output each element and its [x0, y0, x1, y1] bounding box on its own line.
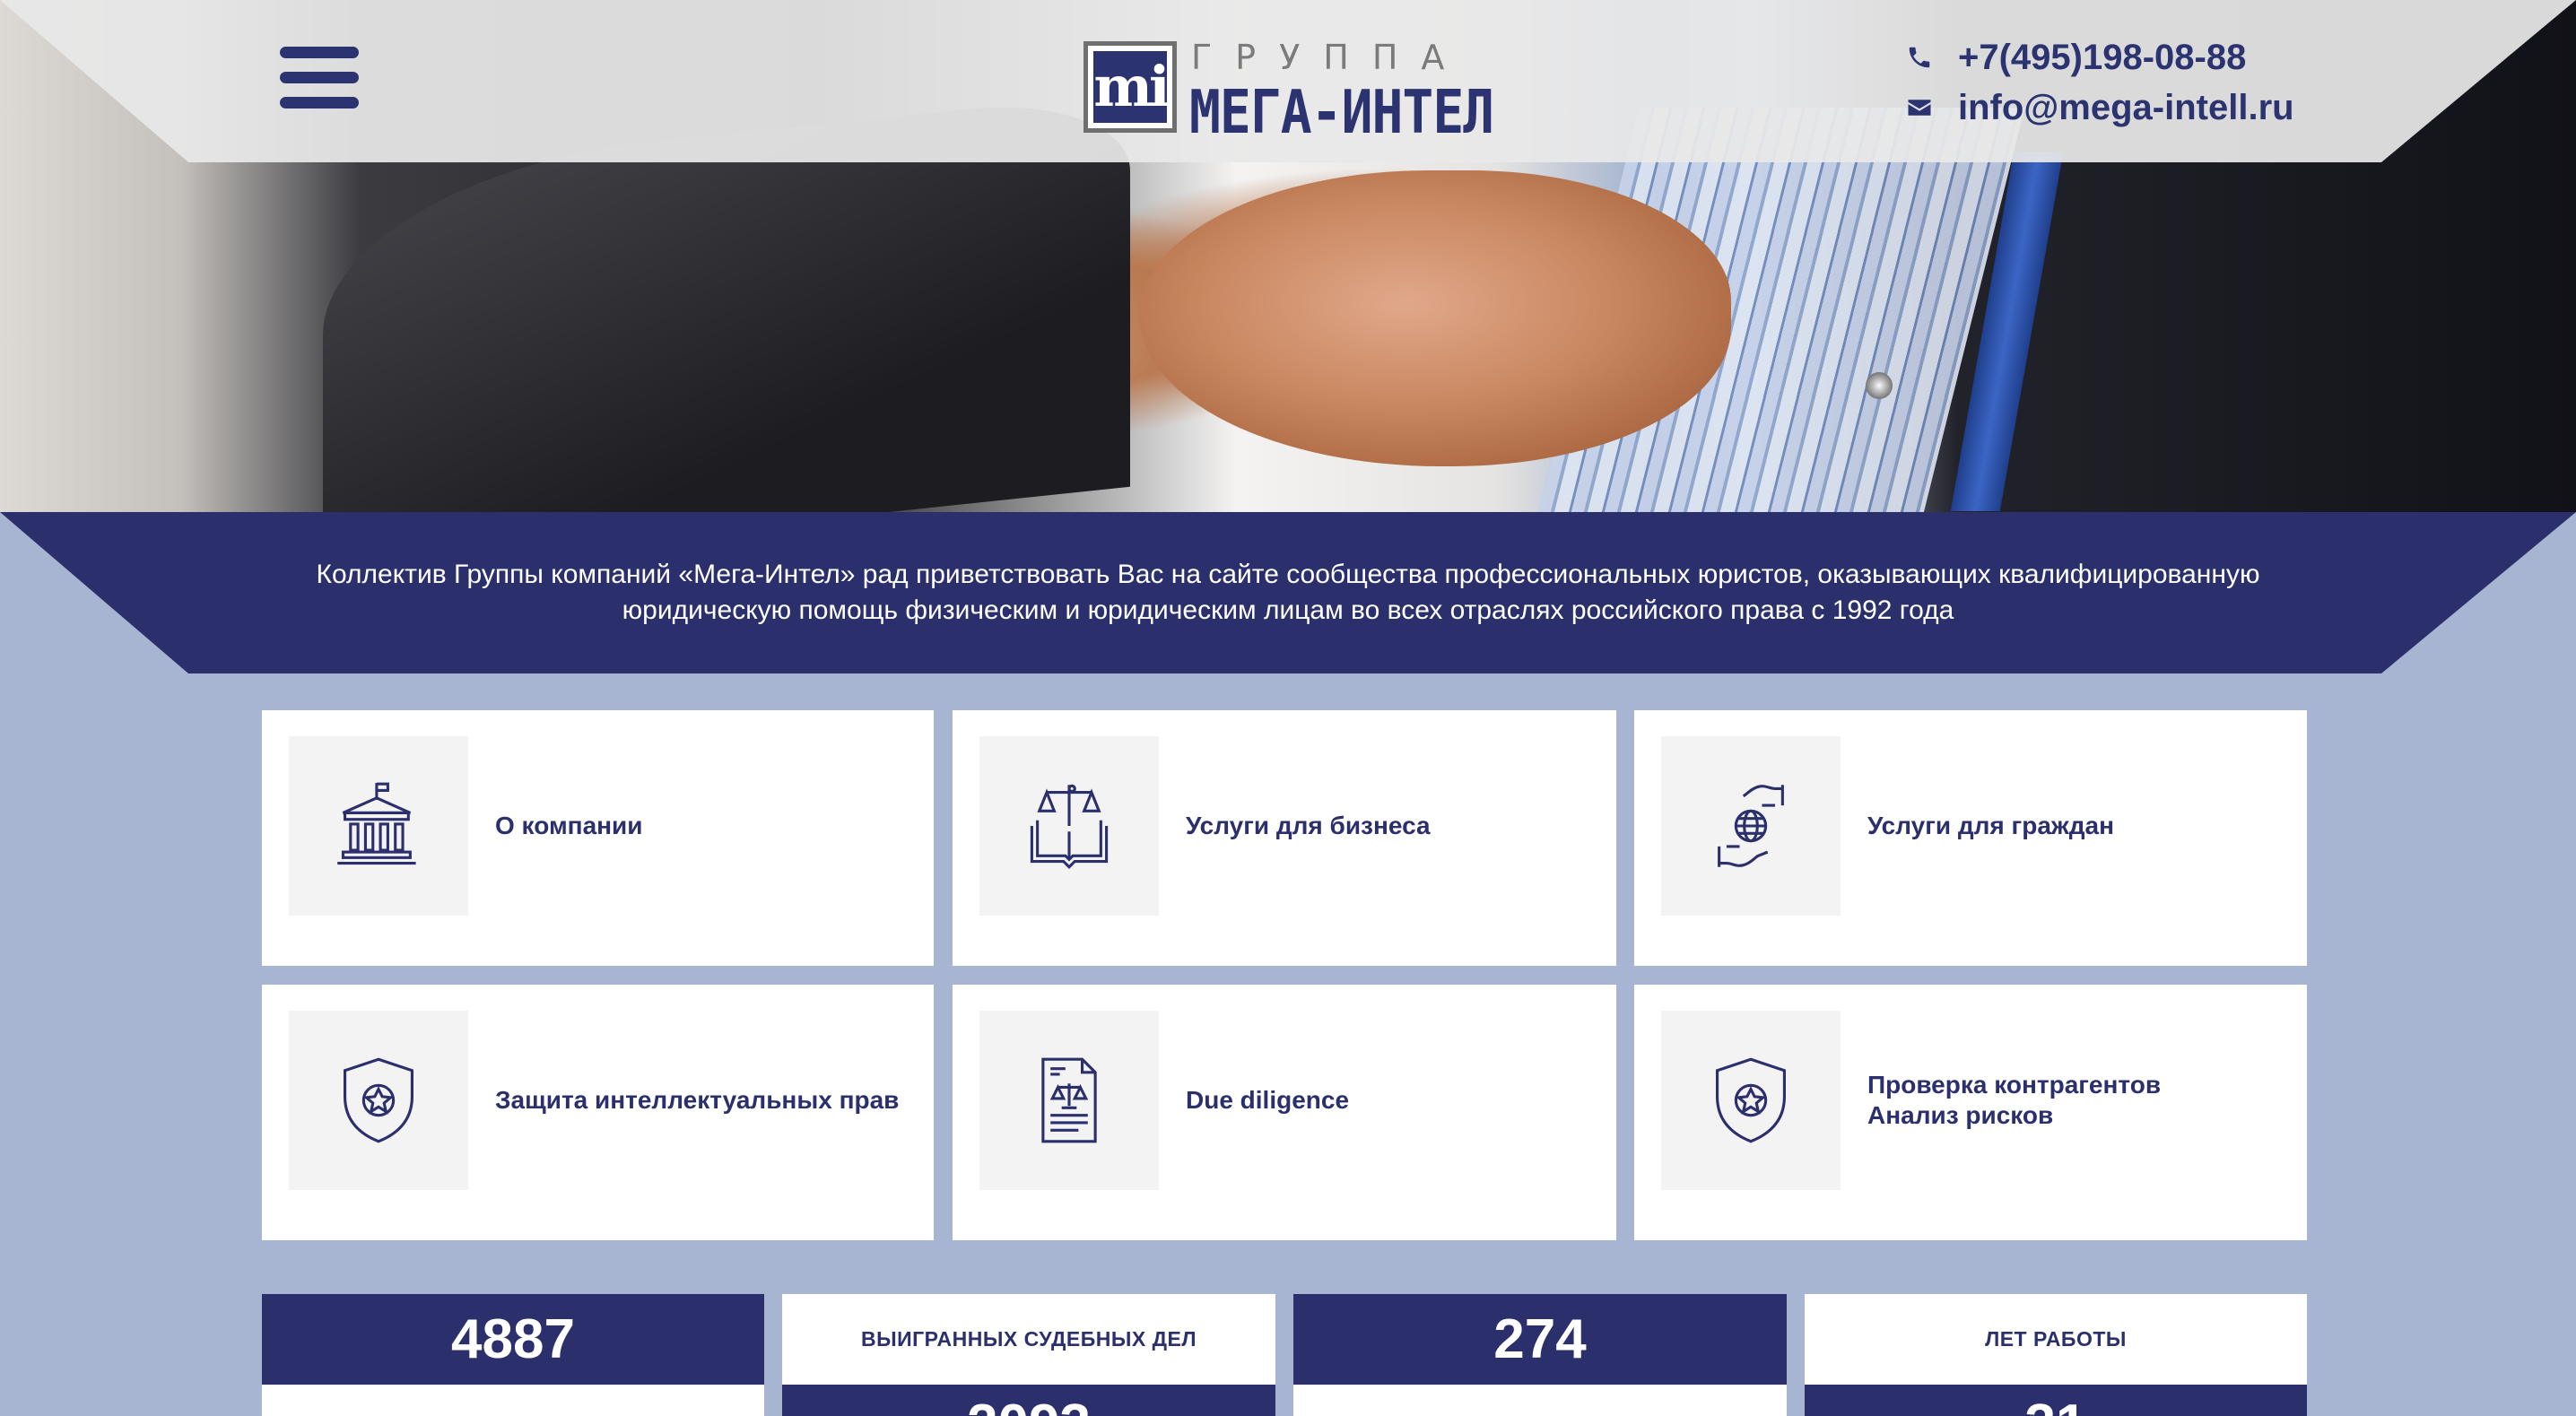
stat-block: 274 — [1293, 1294, 1787, 1416]
stat-value: 274 — [1293, 1294, 1787, 1385]
stat-block: ВЫИГРАННЫХ СУДЕБНЫХ ДЕЛ 2093 — [782, 1294, 1275, 1416]
company-logo[interactable]: mi ГРУППА МЕГА-ИНТЕЛ — [1083, 38, 1496, 147]
service-label: Проверка контрагентов Анализ рисков — [1867, 1071, 2162, 1129]
service-label: Услуги для граждан — [1867, 812, 2114, 839]
stat-footer — [1293, 1385, 1787, 1416]
scales-book-icon — [1030, 784, 1109, 869]
stat-block: 4887 — [262, 1294, 764, 1416]
logo-mark: mi — [1083, 41, 1177, 133]
legal-document-icon — [1041, 1057, 1097, 1143]
menu-line-icon — [280, 72, 359, 83]
service-label: Услуги для бизнеса — [1186, 812, 1431, 839]
service-card-due-diligence[interactable]: Due diligence — [953, 985, 1616, 1240]
menu-line-icon — [280, 47, 359, 58]
service-label: О компании — [495, 812, 643, 839]
icon-tile — [979, 736, 1159, 916]
courthouse-icon — [337, 782, 416, 865]
service-card-about[interactable]: О компании — [262, 710, 934, 966]
stat-footer — [262, 1385, 764, 1416]
phone-icon — [1909, 47, 1930, 68]
phone-link[interactable]: +7(495)198-08-88 — [1906, 32, 2294, 83]
envelope-icon — [1908, 100, 1931, 116]
logo-top-text: ГРУППА — [1191, 38, 1468, 77]
service-label: Защита интеллектуальных прав — [495, 1086, 900, 1114]
header-contacts: +7(495)198-08-88 info@mega-intell.ru — [1906, 32, 2294, 133]
welcome-text: Коллектив Группы компаний «Мега-Интел» р… — [316, 560, 2260, 625]
welcome-banner: Коллектив Группы компаний «Мега-Интел» р… — [0, 512, 2576, 673]
service-card-counterparty-check[interactable]: Проверка контрагентов Анализ рисков — [1634, 985, 2307, 1240]
shield-star-icon — [344, 1057, 413, 1143]
stat-footer: 31 — [1805, 1385, 2307, 1416]
service-card-citizens[interactable]: Услуги для граждан — [1634, 710, 2307, 966]
stat-value: 4887 — [262, 1294, 764, 1385]
service-card-ip-protection[interactable]: Защита интеллектуальных прав — [262, 985, 934, 1240]
hero-cufflink — [1866, 372, 1893, 399]
service-label: Due diligence — [1186, 1086, 1350, 1114]
icon-tile — [1661, 1011, 1841, 1190]
phone-number: +7(495)198-08-88 — [1958, 37, 2247, 77]
menu-burger-button[interactable] — [280, 47, 359, 118]
icon-tile — [289, 1011, 468, 1190]
logo-bottom-text: МЕГА-ИНТЕЛ — [1189, 77, 1494, 148]
globe-hands-icon — [1718, 785, 1784, 867]
email-link[interactable]: info@mega-intell.ru — [1906, 83, 2294, 133]
email-address: info@mega-intell.ru — [1958, 87, 2294, 127]
stat-label: ВЫИГРАННЫХ СУДЕБНЫХ ДЕЛ — [782, 1294, 1275, 1385]
icon-tile — [289, 736, 468, 916]
logo-mark-text: mi — [1093, 51, 1171, 123]
stat-block: ЛЕТ РАБОТЫ 31 — [1805, 1294, 2307, 1416]
stat-value-partial: 31 — [1805, 1397, 2307, 1416]
service-card-business[interactable]: Услуги для бизнеса — [953, 710, 1616, 966]
icon-tile — [1661, 736, 1841, 916]
stat-value-partial: 2093 — [782, 1397, 1275, 1416]
hero-handshake — [1139, 170, 1731, 466]
shield-star-icon — [1716, 1057, 1786, 1143]
stat-label: ЛЕТ РАБОТЫ — [1805, 1294, 2307, 1385]
stat-footer: 2093 — [782, 1385, 1275, 1416]
icon-tile — [979, 1011, 1159, 1190]
menu-line-icon — [280, 97, 359, 109]
